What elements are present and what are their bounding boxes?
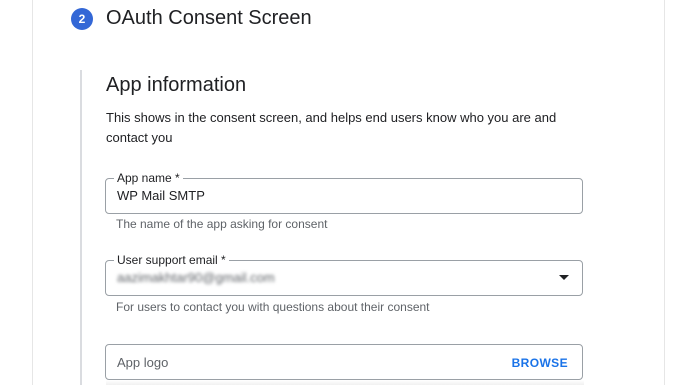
scroll-fade bbox=[106, 380, 584, 385]
app-name-value[interactable]: WP Mail SMTP bbox=[117, 188, 205, 204]
support-email-select[interactable]: User support email * aazimakhtar90@gmail… bbox=[105, 252, 583, 296]
support-email-label: User support email * bbox=[114, 252, 229, 268]
section-vertical-rule bbox=[80, 70, 82, 385]
app-logo-placeholder: App logo bbox=[117, 355, 169, 370]
step-number-badge: 2 bbox=[71, 8, 93, 30]
page-left-border bbox=[32, 0, 33, 385]
app-name-helper-text: The name of the app asking for consent bbox=[116, 217, 328, 231]
support-email-value[interactable]: aazimakhtar90@gmail.com bbox=[117, 270, 275, 286]
app-name-field[interactable]: App name * WP Mail SMTP bbox=[105, 170, 583, 214]
support-email-helper-text: For users to contact you with questions … bbox=[116, 300, 430, 314]
section-title: App information bbox=[106, 74, 247, 96]
dropdown-arrow-icon[interactable] bbox=[559, 275, 569, 280]
browse-button[interactable]: BROWSE bbox=[512, 355, 568, 371]
app-logo-field[interactable]: App logo BROWSE bbox=[105, 344, 583, 380]
app-name-label: App name * bbox=[114, 170, 183, 186]
page-right-border bbox=[664, 0, 665, 385]
step-title: OAuth Consent Screen bbox=[106, 7, 312, 29]
section-description: This shows in the consent screen, and he… bbox=[106, 110, 557, 145]
